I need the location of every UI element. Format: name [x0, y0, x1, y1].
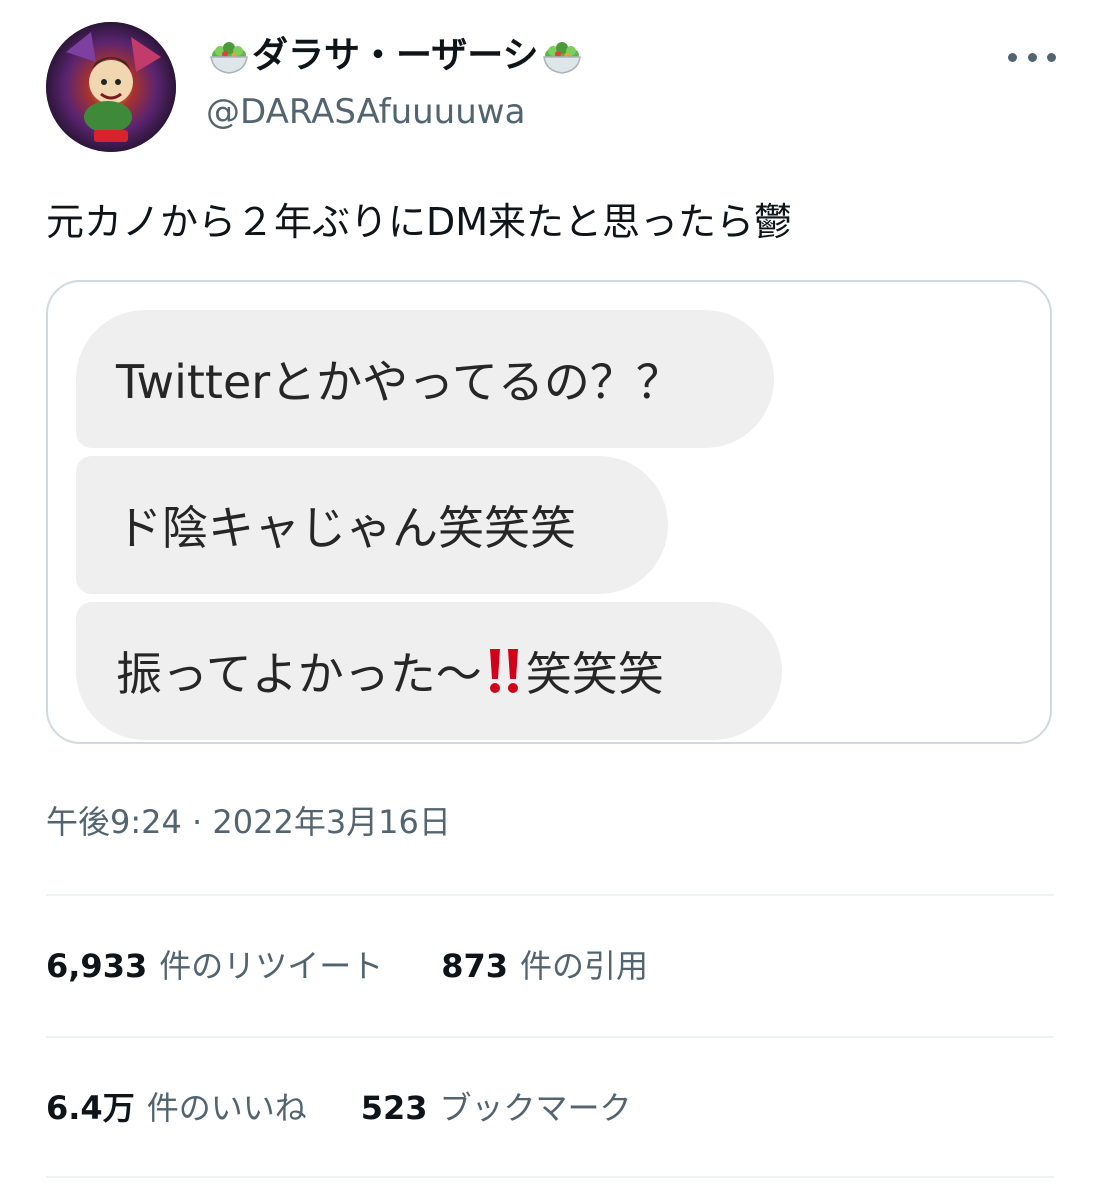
display-name: ダラサ・ーザーシ [252, 35, 539, 76]
message-bubble: Twitterとかやってるの？？ [76, 310, 774, 448]
ellipsis-icon [1008, 52, 1017, 62]
retweets-label: 件のリツイート [159, 947, 384, 985]
message-bubble: ド陰キャじゃん笑笑笑 [76, 456, 668, 594]
user-handle[interactable]: @DARASAfuuuuwa [206, 88, 585, 136]
likes-label: 件のいいね [146, 1089, 307, 1127]
quotes-count: 873 [441, 947, 509, 985]
tweet-text: 元カノから２年ぶりにDM来たと思ったら鬱 [46, 200, 793, 244]
message-text: 振ってよかった〜 [116, 647, 482, 701]
stats-row-likes: 6.4万 件のいいね 523 ブックマーク [46, 1086, 632, 1130]
retweets-stat[interactable]: 6,933 件のリツイート [46, 944, 383, 988]
display-name-row[interactable]: ダラサ・ーザーシ [206, 32, 585, 80]
tweet-media-image[interactable]: Twitterとかやってるの？？ ド陰キャじゃん笑笑笑 振ってよかった〜 笑笑笑 [46, 280, 1052, 744]
more-options-button[interactable] [1008, 42, 1056, 72]
salad-icon [541, 35, 583, 77]
likes-stat[interactable]: 6.4万 件のいいね [46, 1086, 307, 1130]
message-text: ド陰キャじゃん笑笑笑 [116, 501, 576, 555]
ellipsis-icon-dot [1047, 52, 1056, 62]
bookmarks-stat[interactable]: 523 ブックマーク [361, 1086, 632, 1130]
salad-icon [208, 35, 250, 77]
avatar[interactable] [46, 22, 176, 152]
message-text: 笑笑笑 [525, 647, 664, 701]
message-text: Twitterとかやってるの？？ [116, 355, 682, 409]
tweet-header: ダラサ・ーザーシ @DARASAfuuuuwa [46, 22, 1056, 162]
quotes-stat[interactable]: 873 件の引用 [441, 944, 648, 988]
divider [46, 1036, 1054, 1038]
stats-row-shares: 6,933 件のリツイート 873 件の引用 [46, 944, 648, 988]
likes-count: 6.4万 [46, 1089, 135, 1127]
message-bubble: 振ってよかった〜 笑笑笑 [76, 602, 782, 740]
quotes-label: 件の引用 [520, 947, 649, 985]
bookmarks-label: ブックマーク [439, 1089, 632, 1127]
avatar-image [46, 22, 176, 152]
user-info: ダラサ・ーザーシ @DARASAfuuuuwa [206, 32, 585, 136]
double-exclamation-icon [484, 645, 524, 697]
retweets-count: 6,933 [46, 947, 148, 985]
tweet-detail-page: ダラサ・ーザーシ @DARASAfuuuuwa 元カノから２年ぶりにDM来たと思… [0, 0, 1100, 1200]
ellipsis-icon-dot [1027, 52, 1037, 62]
tweet-timestamp[interactable]: 午後9:24 · 2022年3月16日 [46, 800, 451, 844]
divider [46, 894, 1054, 896]
divider [46, 1176, 1054, 1178]
bookmarks-count: 523 [360, 1089, 428, 1127]
